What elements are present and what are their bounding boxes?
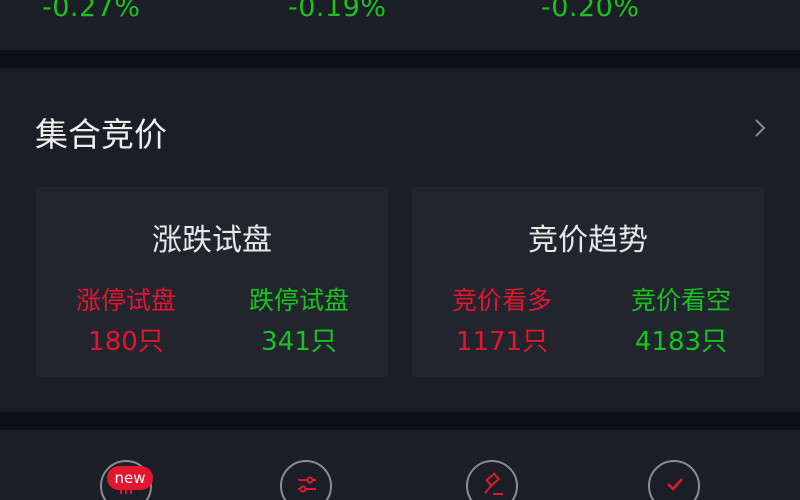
stat-value: 341只 [261, 327, 337, 357]
sliders-icon[interactable] [280, 460, 332, 500]
stat-label: 跌停试盘 [248, 286, 349, 315]
stat-value: 4183只 [634, 327, 728, 357]
stat-label: 竞价看多 [451, 286, 552, 315]
card-title: 涨跌试盘 [152, 223, 272, 258]
index-change-3[interactable]: -0.20% [541, 0, 640, 23]
auction-bearish-stat[interactable]: 竞价看空 4183只 [606, 281, 756, 358]
stat-value: 180只 [88, 327, 164, 357]
card-title: 竞价趋势 [528, 223, 648, 258]
stat-label: 竞价看空 [630, 286, 731, 315]
limit-test-card[interactable]: 涨跌试盘 涨停试盘 180只 跌停试盘 341只 [36, 187, 388, 377]
new-badge: new [107, 466, 153, 490]
index-change-2[interactable]: -0.19% [288, 0, 387, 23]
limit-down-test-stat[interactable]: 跌停试盘 341只 [224, 281, 374, 358]
gavel-icon[interactable] [466, 460, 518, 500]
stat-value: 1171只 [455, 327, 549, 357]
section-divider [0, 412, 800, 430]
auction-panel: 集合竞价 涨跌试盘 涨停试盘 180只 跌停试盘 341只 竞价趋势 竞价看多 … [0, 68, 800, 412]
index-strip: -0.27% -0.19% -0.20% [0, 0, 800, 50]
panel-title[interactable]: 集合竞价 [35, 108, 167, 156]
limit-up-test-stat[interactable]: 涨停试盘 180只 [51, 281, 201, 358]
check-icon[interactable] [648, 460, 700, 500]
section-divider [0, 50, 800, 68]
index-change-1[interactable]: -0.27% [42, 0, 141, 23]
stat-label: 涨停试盘 [75, 286, 176, 315]
auction-trend-card[interactable]: 竞价趋势 竞价看多 1171只 竞价看空 4183只 [412, 187, 764, 377]
auction-bullish-stat[interactable]: 竞价看多 1171只 [427, 281, 577, 358]
chevron-right-icon[interactable] [750, 118, 770, 138]
